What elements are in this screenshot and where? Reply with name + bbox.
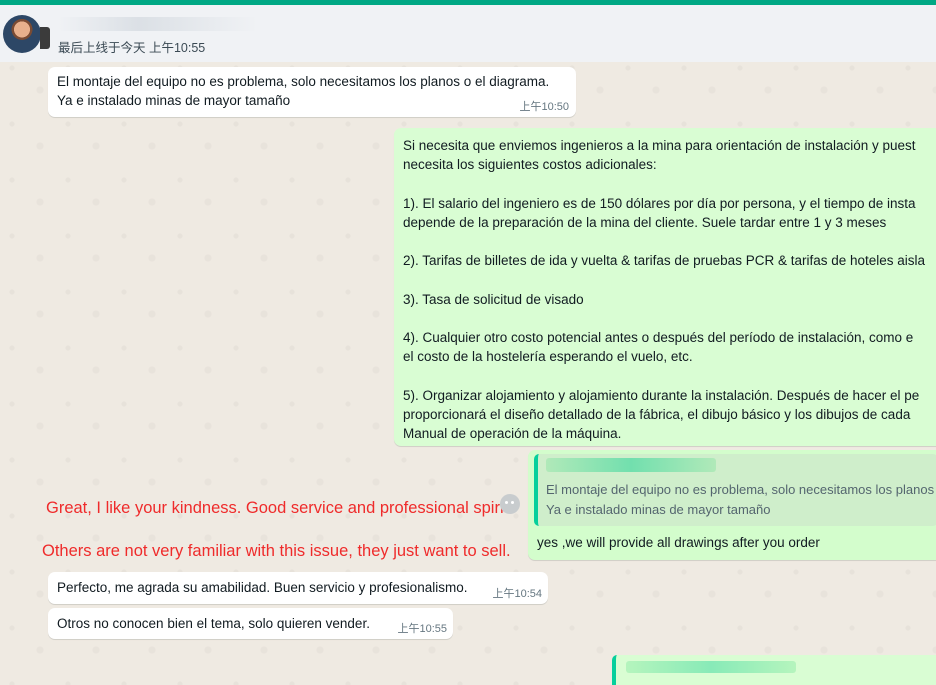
message-time: 上午10:54 — [492, 588, 542, 600]
quoted-author — [546, 458, 716, 472]
message-text: Otros no conocen bien el tema, solo quie… — [57, 616, 370, 631]
message-time: 上午10:50 — [519, 101, 569, 113]
chat-header[interactable]: 最后上线于今天 上午10:55 — [0, 5, 936, 62]
partial-outgoing-message[interactable] — [612, 655, 936, 685]
annotation-1: Great, I like your kindness. Good servic… — [46, 499, 513, 517]
incoming-message[interactable]: Perfecto, me agrada su amabilidad. Buen … — [48, 572, 548, 604]
emoji-react-icon[interactable] — [500, 494, 520, 514]
message-text: Si necesita que enviemos ingenieros a la… — [403, 138, 926, 442]
quoted-author — [626, 661, 796, 673]
reply-text: yes ,we will provide all drawings after … — [537, 535, 820, 550]
outgoing-message[interactable]: Si necesita que enviemos ingenieros a la… — [394, 128, 936, 446]
quoted-message[interactable]: El montaje del equipo no es problema, so… — [534, 454, 936, 526]
last-seen-status: 最后上线于今天 上午10:55 — [58, 41, 206, 55]
contact-name[interactable] — [58, 17, 258, 31]
incoming-message[interactable]: El montaje del equipo no es problema, so… — [48, 67, 576, 117]
message-time: 上午10:55 — [397, 623, 447, 635]
incoming-message[interactable]: Otros no conocen bien el tema, solo quie… — [48, 608, 453, 639]
avatar[interactable] — [3, 15, 41, 53]
annotation-2: Others are not very familiar with this i… — [42, 542, 511, 560]
message-text: El montaje del equipo no es problema, so… — [57, 74, 550, 109]
message-text: Perfecto, me agrada su amabilidad. Buen … — [57, 580, 468, 595]
avatar-edge — [40, 27, 50, 49]
quoted-text: El montaje del equipo no es problema, so… — [546, 482, 935, 517]
